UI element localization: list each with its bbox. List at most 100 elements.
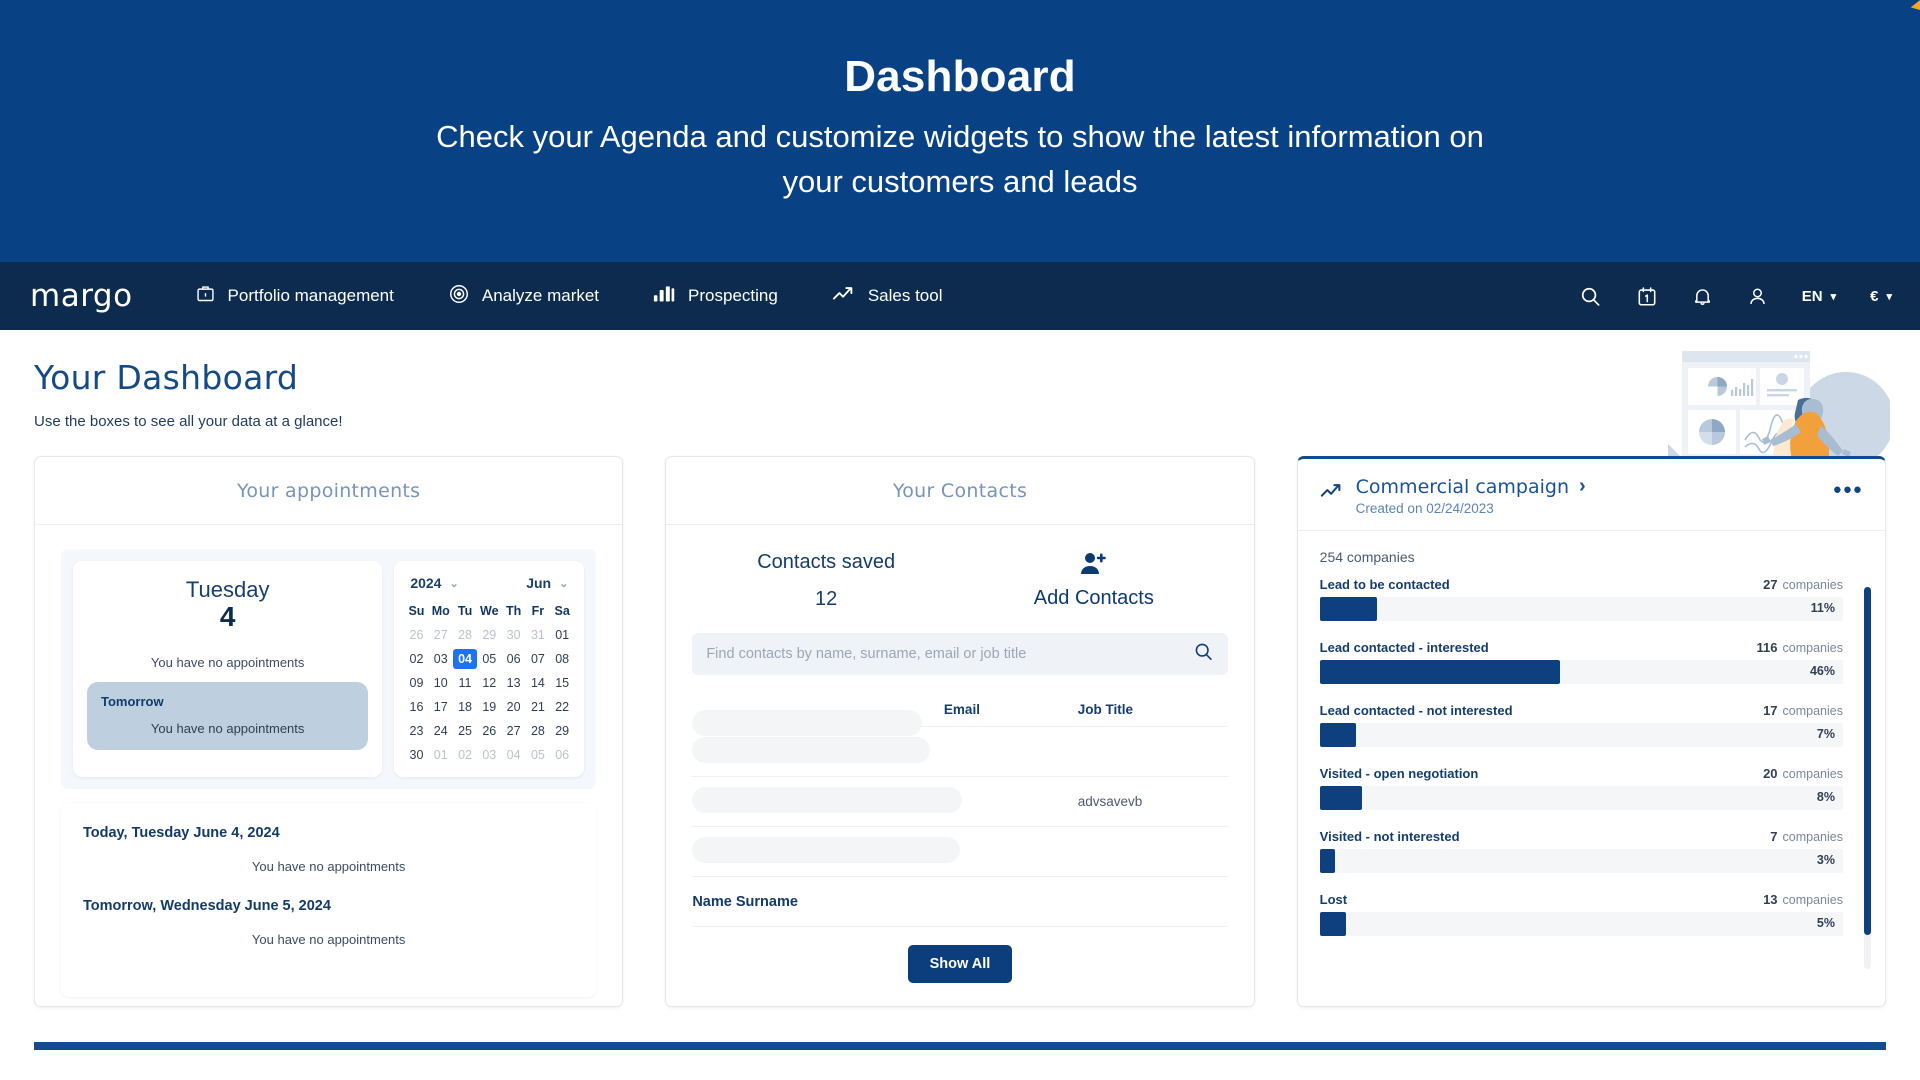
nav-item-label: Portfolio management	[228, 286, 394, 306]
campaign-stage-row[interactable]: Lead contacted - not interested17compani…	[1320, 703, 1843, 747]
calendar-day[interactable]: 03	[429, 649, 453, 669]
calendar-day[interactable]: 30	[501, 625, 525, 645]
calendar-day[interactable]: 15	[550, 673, 574, 693]
campaign-scrollbar[interactable]	[1864, 587, 1871, 969]
calendar-day[interactable]: 04	[501, 745, 525, 765]
campaign-stage-percent: 3%	[1817, 853, 1835, 867]
table-row[interactable]: Name Surname	[692, 877, 1227, 927]
calendar-day[interactable]: 31	[526, 625, 550, 645]
calendar-day[interactable]: 20	[501, 697, 525, 717]
nav-item-analyze-market[interactable]: Analyze market	[448, 283, 599, 310]
language-selector[interactable]: EN ▾	[1802, 288, 1836, 305]
calendar-day[interactable]: 14	[526, 673, 550, 693]
campaign-scrollbar-thumb[interactable]	[1864, 587, 1871, 935]
calendar-day[interactable]: 22	[550, 697, 574, 717]
calendar-day[interactable]: 18	[453, 697, 477, 717]
calendar-day[interactable]: 12	[477, 673, 501, 693]
calendar-day-header: Fr	[526, 601, 550, 621]
calendar-day[interactable]: 05	[477, 649, 501, 669]
calendar-day[interactable]: 06	[550, 745, 574, 765]
calendar-day[interactable]: 10	[429, 673, 453, 693]
calendar-year-select[interactable]: 2024 ⌄	[410, 575, 458, 591]
calendar-day[interactable]: 19	[477, 697, 501, 717]
calendar-month-select[interactable]: Jun ⌄	[526, 575, 568, 591]
campaign-stage-row[interactable]: Lead contacted - interested116companies4…	[1320, 640, 1843, 684]
campaign-stage-bar	[1320, 597, 1378, 621]
tomorrow-empty-message: You have no appointments	[101, 721, 354, 736]
tomorrow-label: Tomorrow	[101, 694, 354, 709]
calendar-day[interactable]: 24	[429, 721, 453, 741]
chevron-right-icon[interactable]: ›	[1579, 475, 1586, 498]
calendar-day[interactable]: 05	[526, 745, 550, 765]
campaign-stage-track: 8%	[1320, 786, 1843, 810]
campaign-stage-label: Lead to be contacted	[1320, 577, 1763, 592]
nav-item-portfolio-management[interactable]: Portfolio management	[195, 283, 394, 309]
add-contacts-button[interactable]: Add Contacts	[960, 551, 1228, 611]
campaign-stage-percent: 46%	[1810, 664, 1835, 678]
chevron-down-icon: ⌄	[559, 577, 568, 590]
calendar-day[interactable]: 27	[429, 625, 453, 645]
calendar-day[interactable]: 30	[404, 745, 428, 765]
search-icon[interactable]	[1579, 285, 1602, 308]
currency-selector[interactable]: € ▾	[1870, 288, 1892, 305]
more-options-icon[interactable]: ●●●	[1833, 481, 1863, 498]
search-input[interactable]	[706, 646, 1192, 662]
calendar-day[interactable]: 09	[404, 673, 428, 693]
calendar-day[interactable]: 21	[526, 697, 550, 717]
campaign-stage-track: 5%	[1320, 912, 1843, 936]
calendar-day[interactable]: 27	[501, 721, 525, 741]
calendar-day[interactable]: 02	[404, 649, 428, 669]
calendar-day[interactable]: 02	[453, 745, 477, 765]
campaign-stage-row[interactable]: Lead to be contacted27companies11%	[1320, 577, 1843, 621]
contacts-search-bar[interactable]	[692, 633, 1227, 675]
calendar-day-selected[interactable]: 04	[453, 649, 477, 669]
user-icon[interactable]	[1747, 285, 1768, 308]
show-all-button[interactable]: Show All	[908, 945, 1013, 983]
campaign-stage-row[interactable]: Lost13companies5%	[1320, 892, 1843, 936]
footer-accent-bar	[34, 1042, 1886, 1050]
calendar-day[interactable]: 26	[477, 721, 501, 741]
brand-name: margo	[30, 278, 133, 314]
calendar-day[interactable]: 29	[550, 721, 574, 741]
calendar-day[interactable]: 26	[404, 625, 428, 645]
search-icon[interactable]	[1193, 641, 1214, 667]
calendar-day[interactable]: 06	[501, 649, 525, 669]
contacts-title: Your Contacts	[893, 480, 1027, 502]
campaign-stage-label: Lead contacted - not interested	[1320, 703, 1763, 718]
campaign-stage-row[interactable]: Visited - not interested7companies3%	[1320, 829, 1843, 873]
appointments-body: Tuesday 4 You have no appointments Tomor…	[35, 525, 622, 1017]
calendar-icon[interactable]	[1636, 285, 1658, 308]
campaign-stage-count: 27	[1763, 577, 1777, 592]
calendar-day[interactable]: 17	[429, 697, 453, 717]
bell-icon[interactable]	[1692, 285, 1713, 308]
calendar-day[interactable]: 25	[453, 721, 477, 741]
calendar-day[interactable]: 07	[526, 649, 550, 669]
table-row[interactable]: advsavevb	[692, 777, 1227, 827]
calendar-day[interactable]: 28	[526, 721, 550, 741]
calendar-day[interactable]: 29	[477, 625, 501, 645]
campaign-stage-count: 20	[1763, 766, 1777, 781]
calendar-day[interactable]: 13	[501, 673, 525, 693]
calendar-widget: 2024 ⌄ Jun ⌄ SuMoTuWeThFrSa2627282930310…	[394, 561, 584, 777]
calendar-day[interactable]: 23	[404, 721, 428, 741]
calendar-day[interactable]: 08	[550, 649, 574, 669]
campaign-stage-bar	[1320, 912, 1346, 936]
nav-item-prospecting[interactable]: Prospecting	[653, 283, 778, 309]
table-row[interactable]	[692, 827, 1227, 877]
agenda-day-label: Today, Tuesday June 4, 2024	[83, 825, 574, 841]
calendar-day[interactable]: 11	[453, 673, 477, 693]
calendar-day[interactable]: 03	[477, 745, 501, 765]
tomorrow-summary[interactable]: Tomorrow You have no appointments	[87, 682, 368, 750]
campaign-stage-unit: companies	[1783, 893, 1843, 907]
nav-item-sales-tool[interactable]: Sales tool	[832, 284, 943, 309]
calendar-day[interactable]: 01	[550, 625, 574, 645]
calendar-day-header: We	[477, 601, 501, 621]
contacts-table: EmailJob TitleadvsavevbName Surname	[692, 693, 1227, 927]
redacted-value	[692, 737, 930, 763]
campaign-stage-row[interactable]: Visited - open negotiation20companies8%	[1320, 766, 1843, 810]
calendar-day[interactable]: 16	[404, 697, 428, 717]
calendar-day[interactable]: 28	[453, 625, 477, 645]
campaign-stage-label: Visited - not interested	[1320, 829, 1771, 844]
brand-logo[interactable]: margo	[30, 278, 133, 314]
calendar-day[interactable]: 01	[429, 745, 453, 765]
